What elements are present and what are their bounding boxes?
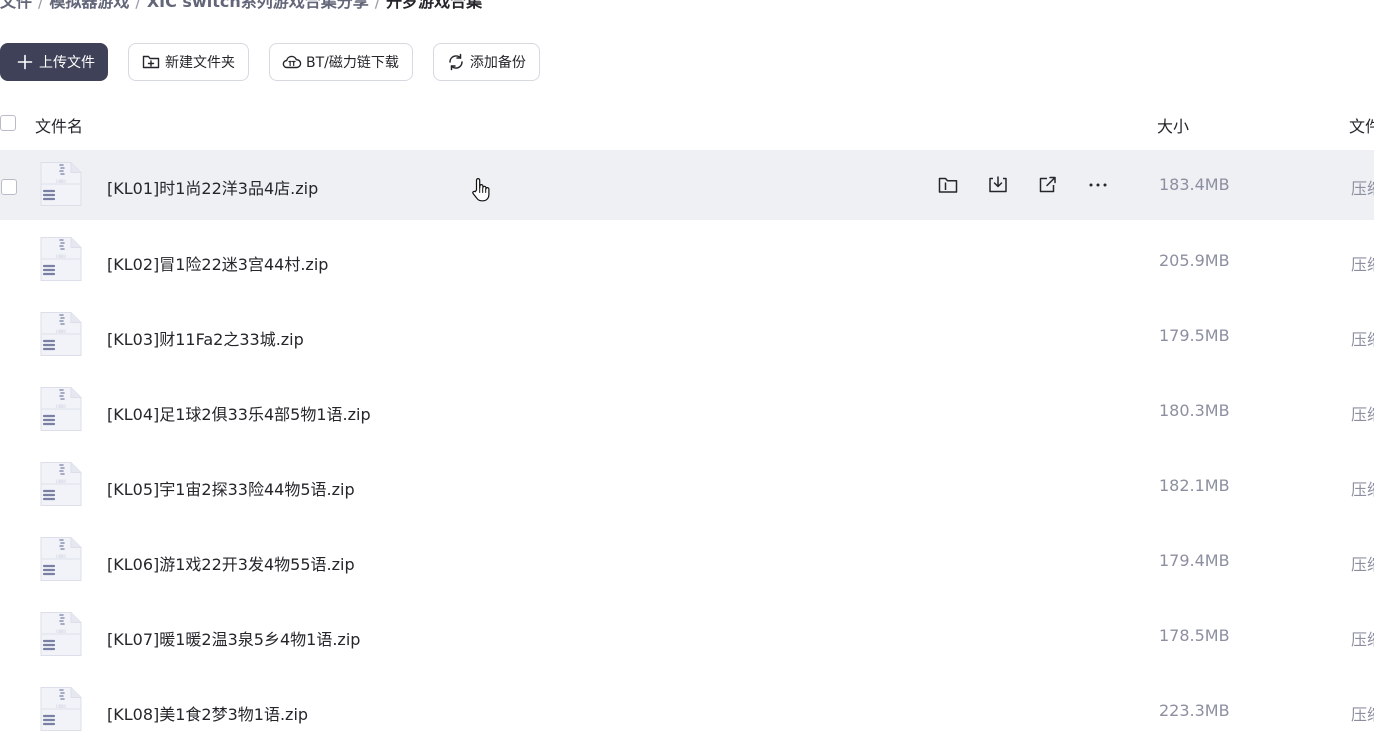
zip-archive-icon: |||||||| xyxy=(38,160,84,208)
file-row[interactable]: |||||||| [KL01]时1尚22洋3品4店.zip 183.4MB 压缩 xyxy=(0,150,1374,220)
select-all-checkbox[interactable] xyxy=(0,115,16,131)
zip-archive-icon: |||||||| xyxy=(38,610,84,658)
zip-archive-icon: |||||||| xyxy=(38,235,84,283)
file-list: ||||||||[KL01]时1尚22洋3品4店.zip183.4MB压缩|||… xyxy=(0,150,1374,750)
file-type: 压缩 xyxy=(1351,179,1374,198)
move-to-folder-icon[interactable] xyxy=(937,174,959,196)
upload-file-button[interactable]: 上传文件 xyxy=(0,43,108,81)
file-table-header: 文件名 大小 文件 xyxy=(0,106,1374,140)
download-icon[interactable] xyxy=(987,174,1009,196)
file-size: 178.5MB xyxy=(1159,626,1230,645)
add-backup-button[interactable]: 添加备份 xyxy=(432,43,540,81)
zip-archive-icon: |||||||| xyxy=(38,460,84,508)
upload-file-label: 上传文件 xyxy=(39,55,95,71)
new-folder-label: 新建文件夹 xyxy=(165,55,235,71)
breadcrumb-separator: / xyxy=(135,0,141,11)
row-checkbox[interactable] xyxy=(1,179,17,195)
hand-cursor-icon xyxy=(471,177,491,207)
file-row[interactable]: |||||||| [KL04]足1球2俱33乐4部5物1语.zip 180.3MB 压… xyxy=(0,375,1374,450)
file-row[interactable]: |||||||| [KL06]游1戏22开3发4物55语.zip 179.4MB 压缩 xyxy=(0,525,1374,600)
file-size: 205.9MB xyxy=(1159,251,1230,270)
svg-text:||||||||: |||||||| xyxy=(56,704,65,708)
plus-icon xyxy=(15,52,35,72)
file-name[interactable]: [KL05]宇1宙2探33险44物5语.zip xyxy=(107,476,355,500)
zip-archive-icon: |||||||| xyxy=(38,310,84,358)
zip-archive-icon: |||||||| xyxy=(38,385,84,433)
breadcrumb-item-files[interactable]: 文件 xyxy=(0,0,32,11)
breadcrumb-current: 开罗游戏合集 xyxy=(386,0,483,11)
file-row[interactable]: |||||||| [KL08]美1食2梦3物1语.zip 223.3MB 压缩 xyxy=(0,675,1374,750)
share-icon[interactable] xyxy=(1037,174,1059,196)
more-icon[interactable] xyxy=(1087,174,1109,196)
svg-text:||||||||: |||||||| xyxy=(56,254,65,258)
svg-text:||||||||: |||||||| xyxy=(56,554,65,558)
file-name[interactable]: [KL01]时1尚22洋3品4店.zip xyxy=(107,175,318,199)
folder-plus-icon xyxy=(141,52,161,72)
svg-text:||||||||: |||||||| xyxy=(56,329,65,333)
file-name[interactable]: [KL04]足1球2俱33乐4部5物1语.zip xyxy=(107,401,371,425)
file-name[interactable]: [KL07]暖1暖2温3泉5乡4物1语.zip xyxy=(107,626,360,650)
sync-icon xyxy=(446,52,466,72)
file-name[interactable]: [KL08]美1食2梦3物1语.zip xyxy=(107,701,308,725)
file-row[interactable]: |||||||| [KL07]暖1暖2温3泉5乡4物1语.zip 178.5MB 压缩 xyxy=(0,600,1374,675)
file-type: 压缩 xyxy=(1351,480,1374,499)
file-type: 压缩 xyxy=(1351,255,1374,274)
file-name[interactable]: [KL06]游1戏22开3发4物55语.zip xyxy=(107,551,355,575)
zip-archive-icon: |||||||| xyxy=(38,535,84,583)
file-size: 179.4MB xyxy=(1159,551,1230,570)
file-name[interactable]: [KL02]冒1险22迷3宫44村.zip xyxy=(107,251,328,275)
file-name[interactable]: [KL03]财11Fa2之33城.zip xyxy=(107,326,304,350)
svg-text:||||||||: |||||||| xyxy=(56,629,65,633)
file-row[interactable]: |||||||| [KL03]财11Fa2之33城.zip 179.5MB 压缩 xyxy=(0,300,1374,375)
file-type: 压缩 xyxy=(1351,705,1374,724)
bt-magnet-download-label: BT/磁力链下载 xyxy=(306,55,399,71)
file-size: 223.3MB xyxy=(1159,701,1230,720)
toolbar: 上传文件 新建文件夹 BT/磁力链下载 添加备份 xyxy=(0,43,540,83)
file-type: 压缩 xyxy=(1351,330,1374,349)
column-header-size[interactable]: 大小 xyxy=(1157,113,1189,137)
svg-text:||||||||: |||||||| xyxy=(56,479,65,483)
file-size: 179.5MB xyxy=(1159,326,1230,345)
breadcrumb-item-emulator-games[interactable]: 模拟器游戏 xyxy=(49,0,129,11)
file-size: 182.1MB xyxy=(1159,476,1230,495)
file-type: 压缩 xyxy=(1351,405,1374,424)
file-type: 压缩 xyxy=(1351,630,1374,649)
bt-magnet-download-button[interactable]: BT/磁力链下载 xyxy=(269,43,413,81)
add-backup-label: 添加备份 xyxy=(469,55,526,71)
svg-text:||||||||: |||||||| xyxy=(56,404,65,408)
file-size: 183.4MB xyxy=(1159,175,1230,194)
column-header-name[interactable]: 文件名 xyxy=(35,113,83,137)
zip-archive-icon: |||||||| xyxy=(38,685,84,733)
row-actions xyxy=(937,174,1109,196)
breadcrumb-separator: / xyxy=(374,0,381,11)
file-size: 180.3MB xyxy=(1159,401,1230,420)
breadcrumb-item-switch-collection[interactable]: XIC switch系列游戏合集分享 xyxy=(147,0,369,11)
file-type: 压缩 xyxy=(1351,555,1374,574)
breadcrumb-separator: / xyxy=(38,0,44,11)
column-header-type[interactable]: 文件 xyxy=(1349,113,1374,137)
file-row[interactable]: |||||||| [KL02]冒1险22迷3宫44村.zip 205.9MB 压缩 xyxy=(0,225,1374,300)
svg-text:||||||||: |||||||| xyxy=(56,179,65,183)
breadcrumb: 文件 / 模拟器游戏 / XIC switch系列游戏合集分享 / 开罗游戏合集 xyxy=(0,0,482,12)
new-folder-button[interactable]: 新建文件夹 xyxy=(128,43,249,81)
bt-cloud-icon xyxy=(282,52,302,72)
file-row[interactable]: |||||||| [KL05]宇1宙2探33险44物5语.zip 182.1MB 压缩 xyxy=(0,450,1374,525)
